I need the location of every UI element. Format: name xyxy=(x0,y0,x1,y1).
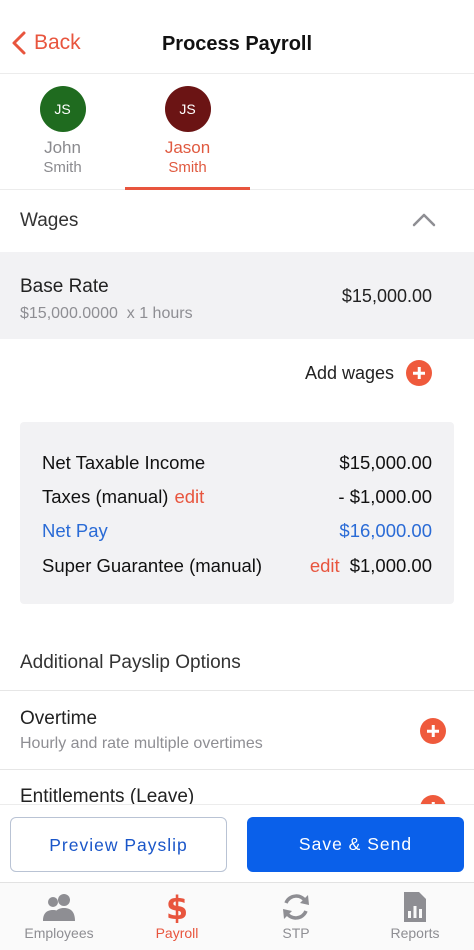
employee-tab-john-smith[interactable]: JS John Smith xyxy=(0,74,125,190)
tab-stp[interactable]: STP xyxy=(237,883,355,950)
add-wages-label: Add wages xyxy=(304,362,394,383)
employee-last-name: Smith xyxy=(43,159,82,176)
chevron-up-icon[interactable] xyxy=(412,213,436,227)
base-rate-rate: $15,000.0000 xyxy=(20,305,118,322)
bottom-tab-bar: Employees $ Payroll STP Reports xyxy=(0,882,474,950)
option-entitlements[interactable]: Entitlements (Leave) xyxy=(0,769,474,809)
active-tab-indicator xyxy=(125,187,250,190)
taxes-row: Taxes (manual) edit - $1,000.00 xyxy=(42,486,432,512)
net-pay-label: Net Pay xyxy=(42,520,108,541)
super-value-group: edit $1,000.00 xyxy=(310,555,432,577)
super-value: $1,000.00 xyxy=(349,555,432,576)
base-rate-label: Base Rate xyxy=(20,276,109,297)
employee-first-name: Jason xyxy=(164,138,211,157)
action-bar: Preview Payslip Save & Send xyxy=(0,804,474,882)
wages-section-label: Wages xyxy=(20,210,79,231)
super-row: Super Guarantee (manual) edit $1,000.00 xyxy=(42,555,432,581)
plus-circle-icon[interactable] xyxy=(420,718,446,744)
tab-employees[interactable]: Employees xyxy=(0,883,118,950)
plus-circle-icon[interactable] xyxy=(406,360,432,386)
tab-payroll[interactable]: $ Payroll xyxy=(118,883,236,950)
avatar: JS xyxy=(164,86,211,132)
net-taxable-value: $15,000.00 xyxy=(339,452,432,473)
report-icon xyxy=(404,892,426,922)
sync-icon xyxy=(283,894,309,920)
taxes-label-group: Taxes (manual) edit xyxy=(42,486,204,508)
employee-first-name: John xyxy=(44,138,81,157)
tab-label: Reports xyxy=(390,925,440,941)
add-wages-button[interactable]: Add wages xyxy=(305,360,432,386)
svg-text:$: $ xyxy=(166,891,188,923)
option-subtitle: Hourly and rate multiple overtimes xyxy=(20,735,263,752)
dollar-icon: $ xyxy=(166,891,188,923)
tab-label: Payroll xyxy=(155,925,199,941)
net-pay-value: $16,000.00 xyxy=(339,520,432,541)
avatar: JS xyxy=(39,86,86,132)
save-send-button[interactable]: Save & Send xyxy=(247,817,464,872)
options-section-title: Additional Payslip Options xyxy=(20,652,241,673)
taxes-value: - $1,000.00 xyxy=(338,486,432,507)
taxes-label: Taxes (manual) xyxy=(42,486,169,507)
taxes-edit-link[interactable]: edit xyxy=(174,486,204,507)
net-taxable-label: Net Taxable Income xyxy=(42,452,206,473)
wages-section-header[interactable]: Wages xyxy=(0,192,474,250)
tab-label: Employees xyxy=(24,925,94,941)
employee-last-name: Smith xyxy=(168,159,207,176)
tab-reports[interactable]: Reports xyxy=(356,883,474,950)
employee-tabs: JS John Smith JS Jason Smith xyxy=(0,74,474,190)
option-title: Overtime xyxy=(20,708,98,729)
base-rate-row[interactable]: Base Rate $15,000.0000 x 1 hours $15,000… xyxy=(0,252,474,339)
super-label: Super Guarantee (manual) xyxy=(42,555,263,576)
people-icon xyxy=(43,894,75,921)
base-rate-hours: x 1 hours xyxy=(126,305,193,322)
option-overtime[interactable]: Overtime Hourly and rate multiple overti… xyxy=(0,690,474,770)
nav-header: Back Process Payroll xyxy=(0,0,474,74)
net-taxable-row: Net Taxable Income $15,000.00 xyxy=(42,452,432,478)
super-edit-link[interactable]: edit xyxy=(310,555,340,576)
base-rate-detail: $15,000.0000 x 1 hours xyxy=(20,305,193,323)
employee-tab-jason-smith[interactable]: JS Jason Smith xyxy=(125,74,250,190)
pay-summary-card: Net Taxable Income $15,000.00 Taxes (man… xyxy=(20,422,454,604)
net-pay-row: Net Pay $16,000.00 xyxy=(42,520,432,546)
tab-label: STP xyxy=(282,925,310,941)
page-title: Process Payroll xyxy=(161,33,313,55)
preview-payslip-button[interactable]: Preview Payslip xyxy=(10,817,227,872)
base-rate-amount: $15,000.00 xyxy=(341,286,432,306)
